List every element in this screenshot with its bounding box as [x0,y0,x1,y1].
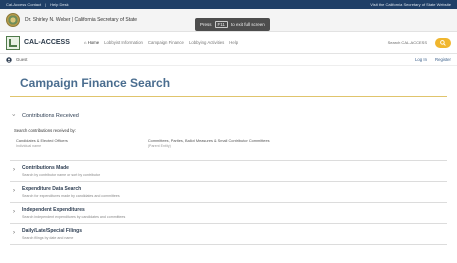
option-name: Candidates & Elected Officers [16,138,68,143]
nav-item-home-label: Home [87,40,100,45]
section-desc: Search independent expenditures by candi… [22,215,126,219]
option-name: Committees, Parties, Ballot Measures & S… [147,138,270,143]
option-sub: Individual name [16,144,42,148]
section-expenditure-data-search[interactable]: › Expenditure Data Search Search for exp… [10,182,447,203]
chevron-right-icon: › [13,230,15,236]
section-lead: Search contributions received by: [14,128,76,133]
chevron-right-icon: › [13,188,15,194]
toast-key: F11 [214,21,228,28]
section-title: Daily/Late/Special Filings [22,228,83,234]
utility-link-contact[interactable]: Cal-Access Contact [6,2,41,7]
section-desc: Search for expenditures made by candidat… [22,194,120,198]
option-candidates[interactable]: Candidates & Elected Officers Individual… [16,138,68,148]
section-title: Contributions Made [22,165,69,171]
title-divider [10,96,447,97]
main-menu: ⌂ Home Lobbyist Information Campaign Fin… [84,40,238,45]
user-name: Guest [16,57,28,62]
chevron-right-icon: › [13,209,15,215]
search-icon [440,39,446,46]
register-link[interactable]: Register [435,57,451,62]
section-title: Expenditure Data Search [22,186,82,192]
utility-link-sos-website[interactable]: Visit the California Secretary of State … [370,2,451,7]
toast-suffix: to exit full screen [230,22,265,27]
top-utility-bar: Cal-Access Contact | Help Desk Visit the… [0,0,457,9]
chevron-right-icon: › [13,167,15,173]
page-title: Campaign Finance Search [20,76,171,90]
user-icon [6,56,12,63]
section-contributions-received[interactable]: › Contributions Received Search contribu… [10,105,447,161]
nav-item-campaign-finance[interactable]: Campaign Finance [148,40,184,45]
cal-access-logo-icon[interactable] [6,35,20,50]
state-seal-icon [6,13,20,27]
section-title: Contributions Received [22,113,79,119]
toast-prefix: Press [200,22,212,27]
section-independent-expenditures[interactable]: › Independent Expenditures Search indepe… [10,203,447,224]
section-contributions-made[interactable]: › Contributions Made Search by contribut… [10,161,447,182]
section-title: Independent Expenditures [22,207,85,213]
chevron-down-icon: › [10,114,16,116]
nav-item-lobbying-activities[interactable]: Lobbying Activities [189,40,224,45]
search-label: Search CAL-ACCESS [387,40,427,45]
top-utility-links: Cal-Access Contact | Help Desk [6,2,69,7]
nav-item-home[interactable]: ⌂ Home [84,40,99,45]
login-link[interactable]: Log In [415,57,427,62]
search-button[interactable] [435,37,451,48]
main-navbar: CAL-ACCESS ⌂ Home Lobbyist Information C… [0,32,457,54]
option-sub: (Parent Entity) [147,144,171,148]
utility-link-help-desk[interactable]: Help Desk [50,2,68,7]
section-daily-late-special-filings[interactable]: › Daily/Late/Special Filings Search fili… [10,224,447,245]
section-desc: Search by contributor name or sort by co… [22,173,101,177]
option-committees[interactable]: Committees, Parties, Ballot Measures & S… [148,138,270,148]
search-accordion: › Contributions Received Search contribu… [10,105,447,245]
nav-item-help[interactable]: Help [229,40,238,45]
search-options: Candidates & Elected Officers Individual… [16,138,447,148]
utility-divider: | [45,2,47,7]
user-subbar: Guest Log In Register [0,54,457,66]
brand-name[interactable]: CAL-ACCESS [24,39,70,46]
nav-item-lobbyist-information[interactable]: Lobbyist Information [104,40,143,45]
fullscreen-exit-toast: Press F11 to exit full screen [195,18,270,31]
section-desc: Search filings by date and name [22,236,74,240]
officer-name: Dr. Shirley N. Weber | California Secret… [25,17,138,23]
